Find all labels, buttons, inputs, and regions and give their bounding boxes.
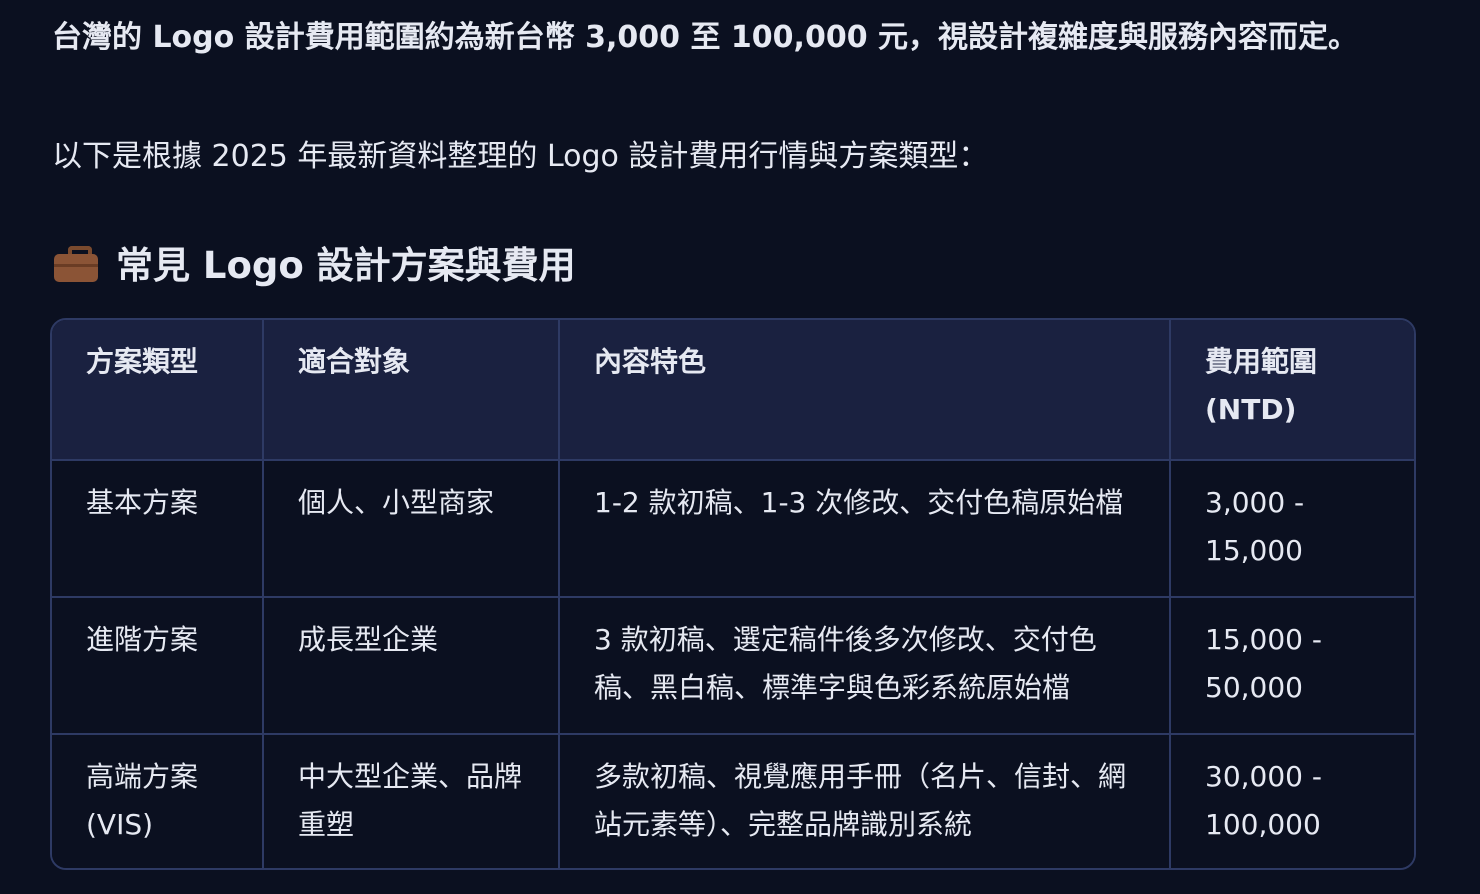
cell-features: 多款初稿、視覺應用手冊（名片、信封、網站元素等）、完整品牌識別系統 (558, 733, 1171, 868)
cell-price-range: 15,000 - 50,000 (1169, 596, 1414, 735)
header-target-audience: 適合對象 (262, 320, 560, 461)
cell-features: 3 款初稿、選定稿件後多次修改、交付色稿、黑白稿、標準字與色彩系統原始檔 (558, 596, 1171, 735)
cell-plan-type: 進階方案 (52, 596, 264, 735)
cell-target-audience: 成長型企業 (262, 596, 560, 735)
table-row: 進階方案 成長型企業 3 款初稿、選定稿件後多次修改、交付色稿、黑白稿、標準字與… (52, 596, 1414, 735)
cell-price-range: 30,000 - 100,000 (1169, 733, 1414, 868)
cell-target-audience: 個人、小型商家 (262, 459, 560, 598)
table-row: 基本方案 個人、小型商家 1-2 款初稿、1-3 次修改、交付色稿原始檔 3,0… (52, 459, 1414, 598)
table-header-row: 方案類型 適合對象 內容特色 費用範圍 (NTD) (52, 320, 1414, 461)
table-row: 高端方案 (VIS) 中大型企業、品牌重塑 多款初稿、視覺應用手冊（名片、信封、… (52, 733, 1414, 868)
header-price-range: 費用範圍 (NTD) (1169, 320, 1414, 461)
cell-plan-type: 高端方案 (VIS) (52, 733, 264, 868)
intro-source-note: 以下是根據 2025 年最新資料整理的 Logo 設計費用行情與方案類型： (52, 139, 989, 174)
cell-features: 1-2 款初稿、1-3 次修改、交付色稿原始檔 (558, 459, 1171, 598)
cell-target-audience: 中大型企業、品牌重塑 (262, 733, 560, 868)
pricing-table: 方案類型 適合對象 內容特色 費用範圍 (NTD) 基本方案 個人、小型商家 1… (50, 318, 1416, 870)
cell-plan-type: 基本方案 (52, 459, 264, 598)
header-plan-type: 方案類型 (52, 320, 264, 461)
cell-price-range: 3,000 - 15,000 (1169, 459, 1414, 598)
header-features: 內容特色 (558, 320, 1171, 461)
briefcase-icon (54, 242, 98, 282)
intro-summary: 台灣的 Logo 設計費用範圍約為新台幣 3,000 至 100,000 元，視… (52, 20, 1359, 55)
section-heading: 常見 Logo 設計方案與費用 (54, 234, 576, 290)
section-title: 常見 Logo 設計方案與費用 (116, 244, 576, 287)
